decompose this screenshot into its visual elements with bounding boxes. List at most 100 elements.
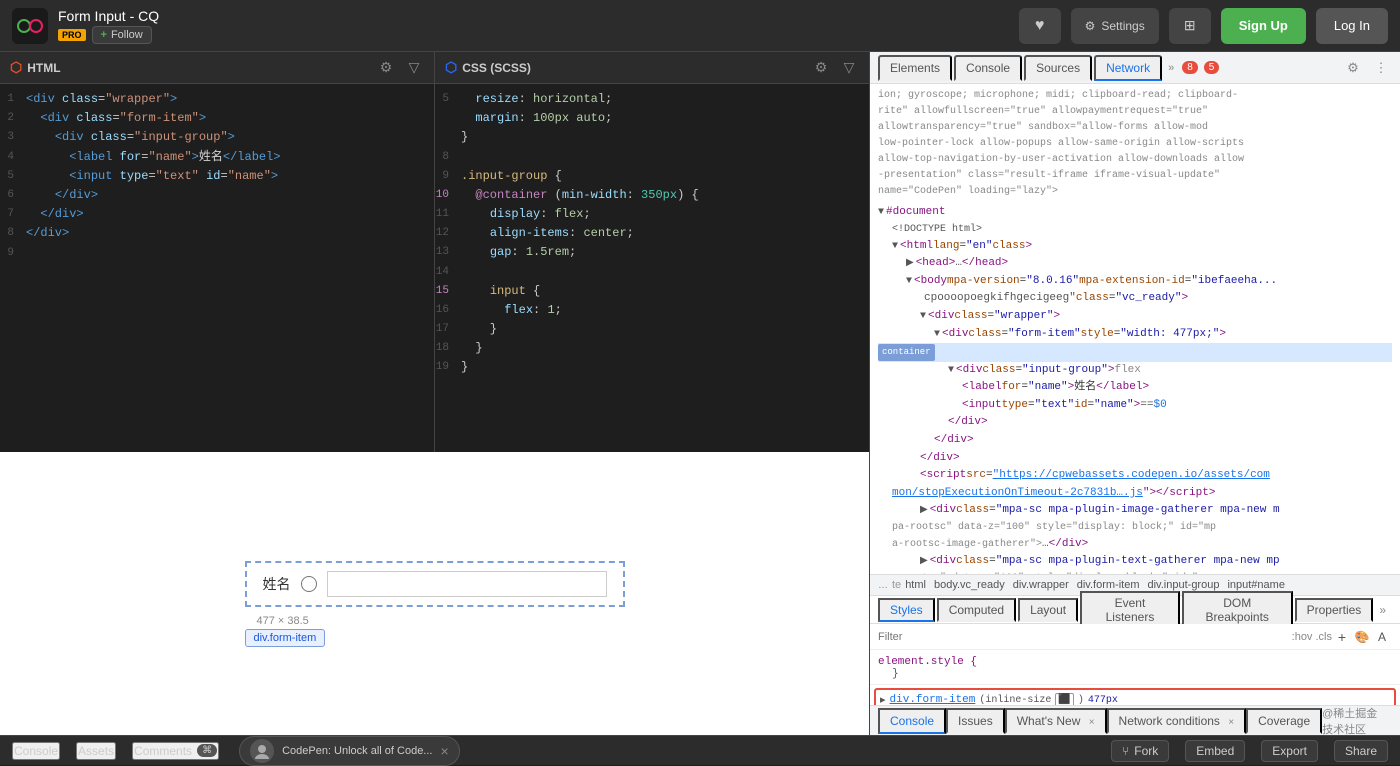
form-input[interactable] [327,571,607,597]
form-radio[interactable] [301,576,317,592]
bc-item-html[interactable]: html [905,579,926,591]
html-dot: ⬡ [10,59,22,76]
dt-settings-icon[interactable]: ⚙ [1342,57,1364,79]
pro-follow-row: PRO + Follow [58,26,159,44]
dtb-tab-whats-new[interactable]: What's New × [1005,708,1107,734]
code-line: 1<div class="wrapper"> [0,90,434,109]
dt-badge-errors: 8 [1182,61,1198,74]
add-rule-btn[interactable]: + [1332,627,1352,647]
grid-button[interactable]: ⊞ [1169,8,1211,44]
dt-badge-warnings: 5 [1204,61,1220,74]
code-line: } [435,128,869,147]
dt-more-icon[interactable]: ⋮ [1370,57,1392,79]
dom-line: ▶<div class="mpa-sc mpa-plugin-text-gath… [878,553,1392,571]
embed-btn[interactable]: Embed [1185,740,1245,762]
fork-btn[interactable]: ⑂ Fork [1111,740,1169,762]
dom-line: <!DOCTYPE html> [878,222,1392,238]
share-btn[interactable]: Share [1334,740,1388,762]
network-conditions-close[interactable]: × [1228,717,1234,728]
st-tab-event-listeners[interactable]: Event Listeners [1080,591,1180,629]
css-lang-label: CSS (SCSS) [462,61,531,75]
export-label: Export [1272,744,1307,758]
styles-tabs: Styles Computed Layout Event Listeners D… [870,596,1400,624]
size-badge: 477 × 38.5 [257,615,309,627]
dt-tab-network[interactable]: Network [1094,55,1162,81]
pro-badge: PRO [58,29,86,41]
font-size-btn[interactable]: A [1372,627,1392,647]
html-expand-btn[interactable]: ▽ [404,58,424,78]
dom-line: ▶<div class="mpa-sc mpa-plugin-image-gat… [878,502,1392,520]
rule-selector-link[interactable]: div.form-item [890,694,976,705]
dtb-tab-issues[interactable]: Issues [946,708,1005,734]
heart-icon: ♥ [1035,17,1045,35]
dom-line: cpoooopoegkifhgecigeeg" class="vc_ready"… [878,290,1392,308]
community-notice: @稀土掘金技术社区 [1322,705,1386,737]
code-line: 15 input { [435,282,869,301]
st-tab-dom-breakpoints[interactable]: DOM Breakpoints [1182,591,1293,629]
color-format-btn[interactable]: 🎨 [1352,627,1372,647]
rule-header: element.style { [878,656,1392,668]
dtb-tab-network-conditions[interactable]: Network conditions × [1107,708,1247,734]
embed-label: Embed [1196,744,1234,758]
st-tab-properties[interactable]: Properties [1295,598,1374,622]
dom-line: <script src="https://cpwebassets.codepen… [878,467,1392,485]
st-tab-styles[interactable]: Styles [878,598,935,622]
css-lang-badge: ⬡ CSS (SCSS) [445,59,531,76]
st-tab-computed[interactable]: Computed [937,598,1016,622]
whats-new-close[interactable]: × [1089,717,1095,728]
html-settings-btn[interactable]: ⚙ [376,58,396,78]
dtb-tab-console[interactable]: Console [878,708,946,734]
dom-selected-node[interactable]: container [878,343,1392,361]
promo-close-btn[interactable]: × [440,743,448,759]
css-editor-header: ⬡ CSS (SCSS) ⚙ ▽ [435,52,869,84]
dom-line: name="CodePen" loading="lazy"> [878,184,1392,200]
bc-item-input[interactable]: input#name [1227,579,1285,591]
logo [12,8,48,44]
css-rule-element-style: element.style { } [870,654,1400,685]
heart-button[interactable]: ♥ [1019,8,1061,44]
css-settings-btn[interactable]: ⚙ [811,58,831,78]
login-button[interactable]: Log In [1316,8,1388,44]
dt-more-tabs: » [1164,62,1178,74]
main-area: ⬡ HTML ⚙ ▽ 1<div class="wrapper"> 2 <div… [0,52,1400,735]
console-btn[interactable]: Console [12,742,60,760]
styles-filter-input[interactable] [878,631,1292,643]
settings-label: Settings [1101,19,1144,33]
code-line: 19} [435,358,869,377]
assets-btn[interactable]: Assets [76,742,116,760]
dt-tab-sources[interactable]: Sources [1024,55,1092,81]
dt-tab-console[interactable]: Console [954,55,1022,81]
dt-tab-elements[interactable]: Elements [878,55,952,81]
settings-button[interactable]: ⚙ Settings [1071,8,1159,44]
css-rules: element.style { } ▸ div.form-item (inlin… [870,650,1400,705]
element-label: div.form-item [254,632,317,644]
code-line: 8 [435,148,869,167]
code-line: 12 align-items: center; [435,224,869,243]
bc-item-body[interactable]: body.vc_ready [934,579,1005,591]
filter-bar: :hov .cls + 🎨 A [870,624,1400,650]
dtb-tab-coverage[interactable]: Coverage [1246,708,1322,734]
code-line: 13 gap: 1.5rem; [435,243,869,262]
bc-item-input-group[interactable]: div.input-group [1148,579,1220,591]
st-tab-layout[interactable]: Layout [1018,598,1078,622]
export-btn[interactable]: Export [1261,740,1318,762]
css-editor: ⬡ CSS (SCSS) ⚙ ▽ 5 resize: horizontal; m… [435,52,869,452]
grid-icon: ⊞ [1184,17,1196,34]
code-line: 5 resize: horizontal; [435,90,869,109]
comments-btn[interactable]: Comments ⌘ [132,742,219,760]
inline-size-icon[interactable]: ⬛ [1055,693,1073,705]
html-editor-body[interactable]: 1<div class="wrapper"> 2 <div class="for… [0,84,434,452]
element-badge: div.form-item [245,629,326,647]
css-editor-body[interactable]: 5 resize: horizontal; margin: 100px auto… [435,84,869,452]
pseudo-states-toggle[interactable]: :hov .cls [1292,631,1332,643]
bc-item-wrapper[interactable]: div.wrapper [1013,579,1069,591]
signup-button[interactable]: Sign Up [1221,8,1306,44]
container-badge: container [878,344,935,360]
pro-promo: CodePen: Unlock all of Code... × [239,736,460,766]
follow-button[interactable]: + Follow [92,26,152,44]
html-code-area: 1<div class="wrapper"> 2 <div class="for… [0,84,434,269]
share-label: Share [1345,744,1377,758]
bc-item-form-item[interactable]: div.form-item [1077,579,1140,591]
css-expand-btn[interactable]: ▽ [839,58,859,78]
code-line: 10 @container (min-width: 350px) { [435,186,869,205]
